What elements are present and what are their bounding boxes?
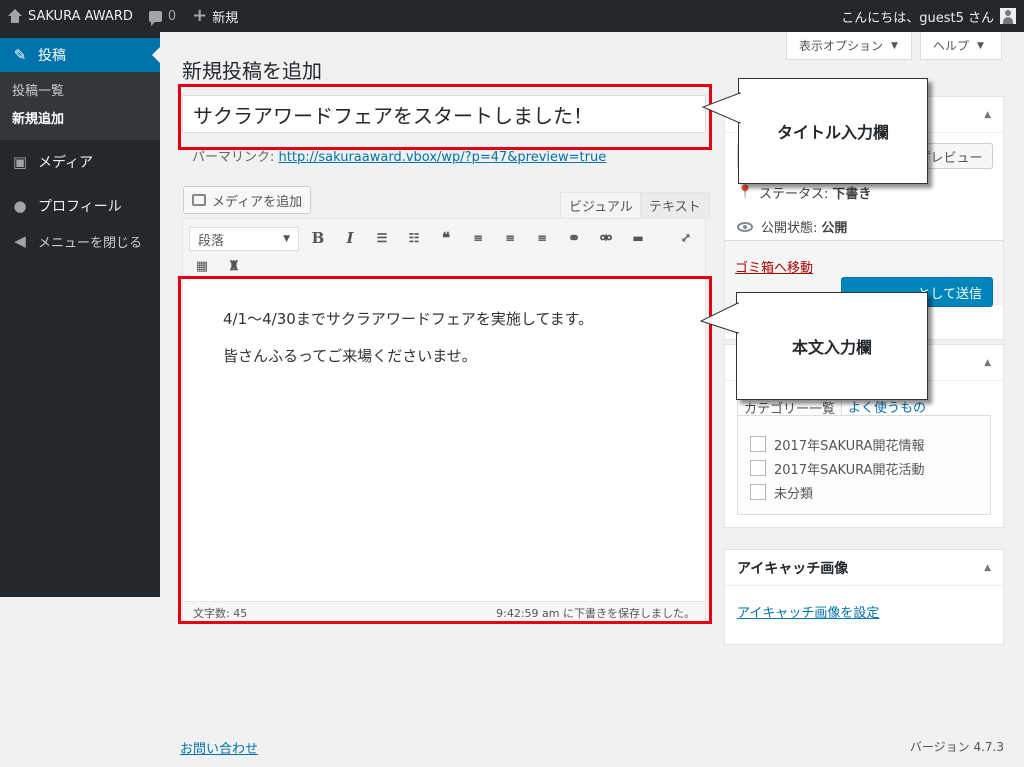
tab-text[interactable]: テキスト (640, 192, 710, 218)
trash-link[interactable]: ゴミ箱へ移動 (735, 257, 813, 276)
site-name-link[interactable]: SAKURA AWARD (0, 0, 141, 32)
eye-icon (737, 221, 753, 232)
media-icon: ▣ (12, 153, 28, 171)
menu-media[interactable]: ▣ メディア (0, 140, 160, 184)
plus-icon: + (192, 5, 208, 26)
numbered-list-button[interactable]: ☷ (403, 227, 425, 249)
menu-collapse[interactable]: ◀ メニューを閉じる (0, 228, 160, 254)
link-icon[interactable]: ⚭ (563, 227, 585, 249)
list-item[interactable]: 2017年SAKURA開花活動 (750, 456, 978, 480)
user-icon: ● (13, 197, 27, 215)
align-center-button[interactable]: ≡ (499, 227, 521, 249)
new-content-link[interactable]: + 新規 (184, 0, 246, 32)
comments-count: 0 (167, 8, 177, 24)
callout-pointer (701, 92, 742, 124)
home-icon (8, 9, 22, 23)
visibility-label: 公開状態: (761, 221, 818, 236)
body-callout: 本文入力欄 (699, 292, 928, 400)
category-label: 2017年SAKURA開花活動 (774, 462, 925, 478)
callout-pointer (699, 302, 740, 334)
category-checkbox[interactable] (750, 436, 766, 452)
blockquote-button[interactable]: ❝ (435, 227, 457, 249)
collapse-icon: ◀ (14, 232, 26, 250)
toolbar-toggle-button[interactable]: ▦ (191, 255, 213, 277)
submenu-posts-list[interactable]: 投稿一覧 (0, 78, 160, 106)
category-label: 未分類 (774, 486, 814, 502)
screen-options-label: 表示オプション (799, 39, 884, 53)
featured-image-heading: アイキャッチ画像 (737, 560, 849, 577)
avatar (1000, 8, 1016, 24)
version-text: バージョン 4.7.3 (909, 740, 1004, 754)
menu-posts-label: 投稿 (38, 48, 66, 64)
new-label: 新規 (212, 10, 239, 26)
title-callout: タイトル入力欄 (701, 78, 928, 184)
admin-bar: SAKURA AWARD 0 + 新規 こんにちは、guest5 さん (0, 0, 1024, 32)
visibility-row: 公開状態: 公開 (737, 217, 847, 236)
comment-icon (148, 10, 162, 26)
caret-down-icon: ▼ (891, 40, 898, 51)
menu-collapse-label: メニューを閉じる (38, 235, 143, 251)
align-right-button[interactable]: ≡ (531, 227, 553, 249)
posts-submenu: 投稿一覧 新規追加 (0, 72, 160, 140)
submenu-add-new[interactable]: 新規追加 (0, 106, 160, 134)
status-row: 📍 ステータス: 下書き (737, 183, 872, 203)
list-item[interactable]: 未分類 (750, 480, 978, 504)
toggle-arrow-icon[interactable]: ▲ (984, 358, 991, 368)
permalink-label: パーマリンク: (192, 150, 275, 165)
caret-down-icon: ▼ (283, 234, 290, 244)
toggle-arrow-icon[interactable]: ▲ (984, 563, 991, 573)
tab-visual[interactable]: ビジュアル (560, 192, 642, 218)
editor-toolbar: 段落 ▼ B I ☰ ☷ ❝ ≡ ≡ ≡ ⚭ ⚮ ▬ ⤢ ▦ ♜ (183, 219, 705, 279)
menu-profile-label: プロフィール (38, 199, 122, 215)
title-highlight-box (178, 84, 712, 150)
greeting: こんにちは、guest5 さん (841, 10, 994, 26)
list-item[interactable]: 2017年SAKURA開花情報 (750, 432, 978, 456)
category-checkbox[interactable] (750, 484, 766, 500)
status-label: ステータス: (759, 187, 829, 202)
page-title: 新規投稿を追加 (182, 59, 322, 83)
menu-profile[interactable]: ● プロフィール (0, 184, 160, 228)
bold-button[interactable]: B (307, 227, 329, 249)
align-left-button[interactable]: ≡ (467, 227, 489, 249)
status-value: 下書き (832, 187, 872, 202)
spy-plugin-icon[interactable]: ♜ (223, 255, 245, 277)
unlink-icon[interactable]: ⚮ (595, 227, 617, 249)
comments-link[interactable]: 0 (141, 0, 184, 32)
site-name: SAKURA AWARD (28, 8, 133, 24)
toggle-arrow-icon[interactable]: ▲ (984, 110, 991, 120)
body-callout-label: 本文入力欄 (791, 338, 872, 357)
italic-button[interactable]: I (339, 227, 361, 249)
pin-icon: 📍 (737, 184, 754, 200)
bullet-list-button[interactable]: ☰ (371, 227, 393, 249)
my-account[interactable]: こんにちは、guest5 さん (841, 7, 1024, 26)
category-label: 2017年SAKURA開花情報 (774, 438, 925, 454)
read-more-button[interactable]: ▬ (627, 227, 649, 249)
format-select-value: 段落 (198, 233, 225, 249)
set-featured-image-link[interactable]: アイキャッチ画像を設定 (737, 602, 879, 621)
category-list: 2017年SAKURA開花情報 2017年SAKURA開花活動 未分類 (737, 415, 991, 515)
pin-icon: ✎ (13, 46, 27, 64)
caret-down-icon: ▼ (977, 40, 984, 51)
body-highlight-box (178, 276, 712, 624)
admin-menu: ✎ 投稿 投稿一覧 新規追加 ▣ メディア ● プロフィール ◀ メニューを閉じ… (0, 32, 160, 597)
visibility-value: 公開 (821, 221, 848, 236)
help-label: ヘルプ (933, 39, 970, 53)
add-media-label: メディアを追加 (212, 194, 303, 210)
category-checkbox[interactable] (750, 460, 766, 476)
help-button[interactable]: ヘルプ ▼ (920, 32, 1002, 60)
add-media-button[interactable]: メディアを追加 (183, 186, 312, 214)
title-callout-label: タイトル入力欄 (776, 123, 889, 142)
permalink-url[interactable]: http://sakuraaward.vbox/wp/?p=47&preview… (279, 150, 607, 165)
featured-image-panel: アイキャッチ画像 ▲ アイキャッチ画像を設定 (724, 549, 1004, 645)
menu-media-label: メディア (38, 155, 94, 171)
featured-image-header[interactable]: アイキャッチ画像 ▲ (725, 550, 1003, 586)
media-icon (192, 194, 206, 206)
contact-link[interactable]: お問い合わせ (180, 738, 258, 757)
fullscreen-button[interactable]: ⤢ (675, 227, 697, 249)
menu-posts[interactable]: ✎ 投稿 (0, 38, 160, 72)
screen-options-button[interactable]: 表示オプション ▼ (786, 32, 912, 60)
format-select[interactable]: 段落 ▼ (189, 227, 299, 251)
